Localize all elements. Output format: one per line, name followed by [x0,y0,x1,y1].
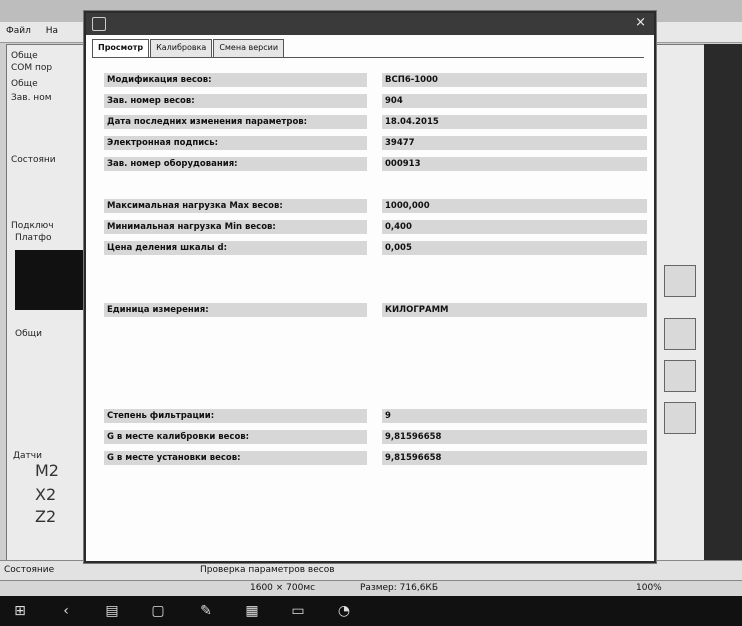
bg-button[interactable] [664,402,696,434]
field-label: Единица измерения: [104,303,367,317]
close-icon[interactable]: × [635,15,646,30]
sensor-label: M2 [35,461,59,480]
field-label: Минимальная нагрузка Min весов: [104,220,367,234]
field-label: Электронная подпись: [104,136,367,150]
field-label: Степень фильтрации: [104,409,367,423]
bg-label: Зав. ном [11,93,52,103]
bg-label: Датчи [13,451,42,461]
app-icon[interactable]: ✎ [198,603,214,619]
sensor-label: Z2 [35,507,57,526]
bg-label: Обще [11,79,38,89]
field-label: Зав. номер весов: [104,94,367,108]
field-label: Модификация весов: [104,73,367,87]
field-value: КИЛОГРАММ [382,303,647,317]
tab-divider [92,57,644,58]
image-viewer-bar: 1600 × 700мс Размер: 716,6КБ 100% [0,580,742,597]
bg-dropdown-button[interactable] [664,265,696,297]
back-icon[interactable]: ‹ [58,603,74,619]
window-icon[interactable]: ▢ [150,603,166,619]
app-icon[interactable]: ▦ [244,603,260,619]
bg-dark-block [15,250,85,310]
tab-bar: Просмотр Калибровка Смена версии [92,39,285,57]
bg-label: Состояни [11,155,56,165]
field-value: 9 [382,409,647,423]
resolution-text: 1600 × 700мс [250,583,316,593]
bg-label: Общи [15,329,42,339]
app-icon [92,17,106,31]
field-value: 904 [382,94,647,108]
field-value: ВСП6-1000 [382,73,647,87]
status-center: Проверка параметров весов [200,565,335,575]
bg-label: Платфо [15,233,52,243]
bg-label: Подключ [11,221,54,231]
parameters-dialog: × Просмотр Калибровка Смена версии Модиф… [84,11,656,563]
dialog-titlebar: × [86,13,654,35]
file-explorer-icon[interactable]: ▤ [104,603,120,619]
background-right-panel [652,44,706,566]
bg-button[interactable] [664,360,696,392]
app-icon[interactable]: ▭ [290,603,306,619]
field-value: 000913 [382,157,647,171]
background-left-panel: Обще COM пор Обще Зав. ном Состояни Подк… [6,44,88,566]
tab-change-version[interactable]: Смена версии [213,39,285,57]
tab-view[interactable]: Просмотр [92,39,150,57]
field-label: Зав. номер оборудования: [104,157,367,171]
field-value: 9,81596658 [382,430,647,444]
sensor-label: X2 [35,485,57,504]
field-value: 9,81596658 [382,451,647,465]
menu-second[interactable]: На [40,22,64,40]
menu-file[interactable]: Файл [0,22,37,40]
tab-calibration[interactable]: Калибровка [150,39,213,57]
status-text: Состояние [4,565,55,575]
field-label: Цена деления шкалы d: [104,241,367,255]
field-value: 0,005 [382,241,647,255]
field-label: G в месте установки весов: [104,451,367,465]
field-label: Максимальная нагрузка Max весов: [104,199,367,213]
bg-label: COM пор [11,63,53,73]
bg-label: Обще [11,51,38,61]
field-value: 39477 [382,136,647,150]
windows-start-icon[interactable]: ⊞ [12,603,28,619]
bg-button[interactable] [664,318,696,350]
field-label: Дата последних изменения параметров: [104,115,367,129]
taskbar: ⊞ ‹ ▤ ▢ ✎ ▦ ▭ ◔ [0,596,742,626]
field-label: G в месте калибровки весов: [104,430,367,444]
field-value: 18.04.2015 [382,115,647,129]
field-value: 1000,000 [382,199,647,213]
background-dark-strip [704,44,742,564]
file-size-text: Размер: 716,6КБ [360,583,438,593]
zoom-level[interactable]: 100% [636,583,662,593]
app-icon[interactable]: ◔ [336,603,352,619]
field-value: 0,400 [382,220,647,234]
background-statusbar: Состояние Проверка параметров весов [0,560,742,581]
